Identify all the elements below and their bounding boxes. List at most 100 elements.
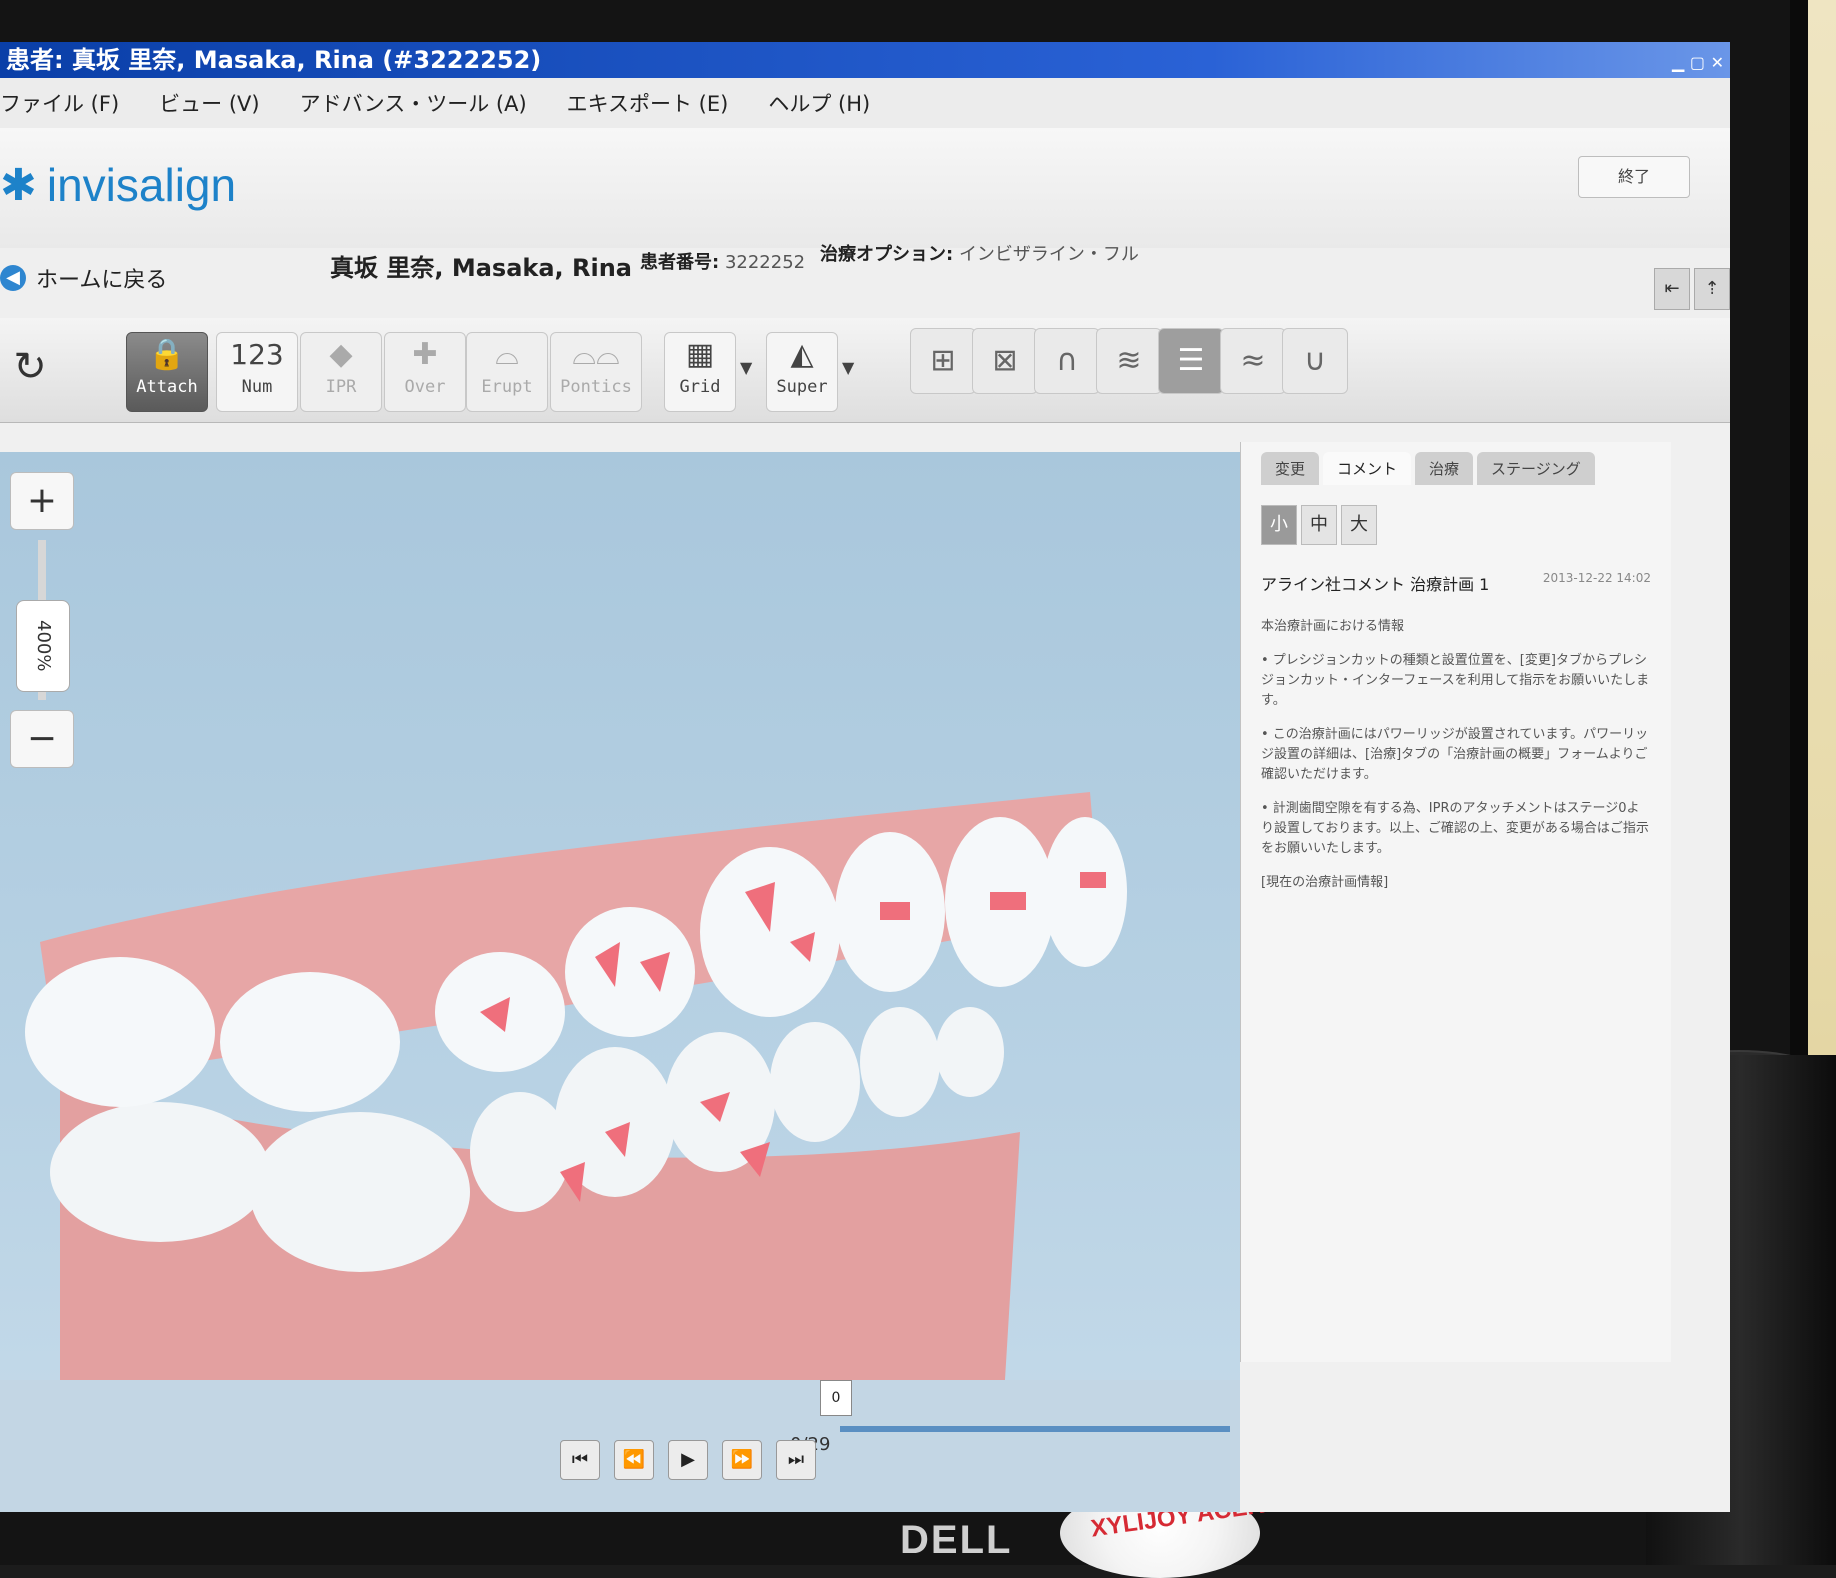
treatment-option-label: 治療オプション: [820, 244, 954, 265]
comment-paragraph: • プレシジョンカットの種類と設置位置を、[変更]タブからプレシジョンカット・イ… [1261, 653, 1650, 708]
treatment-option: 治療オプション: インビザライン・フル [820, 240, 1139, 266]
view-upper-occlusal-icon[interactable]: ⊞ [910, 328, 976, 394]
erupt-label: Erupt [481, 377, 533, 397]
menu-file[interactable]: ファイル (F) [0, 88, 119, 118]
menu-export[interactable]: エキスポート (E) [567, 88, 729, 118]
grid-icon: ▦ [685, 337, 715, 372]
menu-advanced-tools[interactable]: アドバンス・ツール (A) [300, 88, 527, 118]
ipr-button[interactable]: ◆ IPR [300, 332, 382, 412]
grid-label: Grid [679, 377, 721, 397]
attachment [1080, 872, 1106, 888]
diamond-icon: ◆ [329, 337, 353, 372]
menu-bar: ファイル (F) ビュー (V) アドバンス・ツール (A) エキスポート (E… [0, 78, 1730, 128]
grid-button[interactable]: ▦ Grid [664, 332, 736, 412]
dental-model[interactable] [0, 612, 1240, 1512]
stage-marker[interactable]: 0 [820, 1380, 852, 1416]
monitor-brand-logo: DELL [900, 1518, 1013, 1562]
treatment-option-value: インビザライン・フル [958, 244, 1139, 265]
comment-paragraph: • この治療計画にはパワーリッジが設置されています。パワーリッジ設置の詳細は、[… [1261, 727, 1649, 782]
lock-icon: 🔒 [148, 337, 186, 372]
step-forward-icon[interactable]: ⏩ [722, 1440, 762, 1480]
comment-date: 2013-12-22 14:02 [1542, 571, 1651, 585]
ipr-label: IPR [325, 377, 357, 397]
num-label: Num [241, 377, 273, 397]
play-icon[interactable]: ▶ [668, 1440, 708, 1480]
tooth [220, 972, 400, 1112]
playback-bar: 0 0/29 ⏮ ⏪ ▶ ⏩ ⏭ [0, 1380, 1240, 1512]
size-medium-button[interactable]: 中 [1301, 505, 1337, 545]
super-label: Super [776, 377, 828, 397]
comment-header: アライン社コメント 治療計画 1 2013-12-22 14:02 [1261, 571, 1651, 595]
size-large-button[interactable]: 大 [1341, 505, 1377, 545]
step-back-icon[interactable]: ⏪ [614, 1440, 654, 1480]
tooth [1043, 817, 1127, 967]
patient-number: 患者番号: 3222252 [640, 248, 805, 274]
first-stage-icon[interactable]: ⏮ [560, 1440, 600, 1480]
playback-controls: ⏮ ⏪ ▶ ⏩ ⏭ [560, 1440, 816, 1480]
over-label: Over [404, 377, 446, 397]
tab-changes[interactable]: 変更 [1261, 452, 1320, 485]
toolbar: ↻ 🔒 Attach 123 Num ◆ IPR ✚ Over ⌓ Erupt … [0, 318, 1730, 423]
logo-text: invisalign [46, 159, 237, 211]
over-button[interactable]: ✚ Over [384, 332, 466, 412]
stage-track[interactable] [840, 1426, 1230, 1432]
pontic-icon: ⌓⌓ [572, 337, 620, 372]
window-controls[interactable]: ▁ ▢ ✕ [1672, 45, 1724, 81]
attachment [880, 902, 910, 920]
collapse-left-icon[interactable]: ⇤ [1654, 268, 1690, 310]
tooth [250, 1112, 470, 1272]
view-front-icon[interactable]: ☰ [1158, 328, 1224, 394]
view-right-buccal-icon[interactable]: ≈ [1220, 328, 1286, 394]
tooth [25, 957, 215, 1107]
tooth [936, 1007, 1004, 1097]
num-glyph: 123 [230, 338, 284, 371]
exit-button[interactable]: 終了 [1578, 156, 1690, 198]
superimpose-button[interactable]: ◭ Super [766, 332, 838, 412]
3d-viewport[interactable]: + 400% − [0, 452, 1240, 1512]
patient-number-label: 患者番号: [640, 252, 720, 273]
tab-treatment[interactable]: 治療 [1415, 452, 1474, 485]
last-stage-icon[interactable]: ⏭ [776, 1440, 816, 1480]
comment-paragraph: 本治療計画における情報 [1261, 619, 1405, 634]
patient-name: 真坂 里奈, Masaka, Rina [330, 254, 633, 282]
menu-help[interactable]: ヘルプ (H) [768, 88, 870, 118]
menu-view[interactable]: ビュー (V) [159, 88, 259, 118]
size-small-button[interactable]: 小 [1261, 505, 1297, 545]
super-dropdown-arrow-icon[interactable]: ▼ [842, 358, 854, 377]
font-size-selector: 小 中 大 [1261, 505, 1671, 545]
pontics-button[interactable]: ⌓⌓ Pontics [550, 332, 642, 412]
panel-tabs: 変更 コメント 治療 ステージング [1241, 442, 1671, 485]
grid-dropdown-arrow-icon[interactable]: ▼ [740, 358, 752, 377]
erupt-button[interactable]: ⌓ Erupt [466, 332, 548, 412]
tooth [50, 1102, 270, 1242]
comment-paragraph: • 計測歯間空隙を有する為、IPRのアタッチメントはステージ0より設置しておりま… [1261, 801, 1649, 856]
attach-label: Attach [136, 377, 198, 397]
home-link[interactable]: ◀ ホームに戻る [0, 262, 167, 294]
view-lower-occlusal-icon[interactable]: ⊠ [972, 328, 1038, 394]
view-upper-arch-icon[interactable]: ∩ [1034, 328, 1100, 394]
window-titlebar: 患者: 真坂 里奈, Masaka, Rina (#3222252) ▁ ▢ ✕ [0, 42, 1730, 78]
tooth [770, 1022, 860, 1142]
brand-bar: ✱ invisalign 終了 [0, 128, 1730, 248]
comment-title: アライン社コメント 治療計画 1 [1261, 575, 1490, 594]
view-left-buccal-icon[interactable]: ≋ [1096, 328, 1162, 394]
attach-button[interactable]: 🔒 Attach [126, 332, 208, 412]
asterisk-logo-icon: ✱ [0, 159, 37, 211]
pontics-label: Pontics [560, 377, 632, 397]
tab-staging[interactable]: ステージング [1477, 452, 1595, 485]
tooth-overlay-icon: ◭ [790, 337, 814, 372]
tooth [565, 907, 695, 1037]
rotate-icon[interactable]: ↻ [4, 344, 56, 396]
collapse-up-icon[interactable]: ⇡ [1694, 268, 1730, 310]
back-arrow-icon: ◀ [0, 265, 26, 291]
screen: 患者: 真坂 里奈, Masaka, Rina (#3222252) ▁ ▢ ✕… [0, 42, 1730, 1512]
view-lower-arch-icon[interactable]: ∪ [1282, 328, 1348, 394]
patient-number-value: 3222252 [724, 252, 806, 273]
tooth [470, 1092, 570, 1212]
tab-comments[interactable]: コメント [1323, 452, 1412, 485]
zoom-in-icon[interactable]: + [10, 472, 74, 530]
patient-bar: ◀ ホームに戻る 真坂 里奈, Masaka, Rina 患者番号: 32222… [0, 244, 1730, 318]
num-button[interactable]: 123 Num [216, 332, 298, 412]
window-title: 患者: 真坂 里奈, Masaka, Rina (#3222252) [6, 46, 542, 74]
tooth [860, 1007, 940, 1117]
